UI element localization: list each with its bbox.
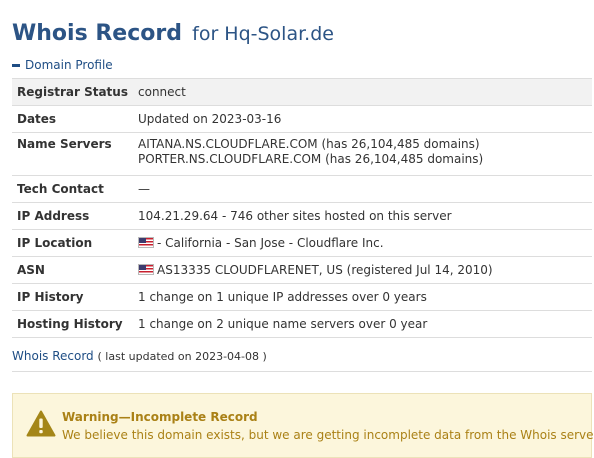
- hosting-history-label: Hosting History: [12, 310, 133, 338]
- table-row: ASN AS13335 CLOUDFLARENET, US (registere…: [12, 256, 592, 284]
- last-updated-text: ( last updated on 2023-04-08 ): [97, 350, 267, 363]
- name-server-1: AITANA.NS.CLOUDFLARE.COM (has 26,104,485…: [138, 137, 480, 151]
- domain-profile-label: Domain Profile: [25, 58, 113, 72]
- table-row: IP History 1 change on 1 unique IP addre…: [12, 283, 592, 311]
- dates-label: Dates: [12, 105, 133, 133]
- hosting-history-value: 1 change on 2 unique name servers over 0…: [133, 310, 592, 338]
- warning-message: We believe this domain exists, but we ar…: [62, 428, 594, 442]
- page-title: Whois Record for Hq-Solar.de: [12, 14, 334, 49]
- warning-title: Warning—Incomplete Record: [62, 410, 258, 424]
- ip-location-value: - California - San Jose - Cloudflare Inc…: [157, 235, 384, 250]
- domain-profile-table: Registrar Status connect Dates Updated o…: [12, 78, 592, 338]
- asn-value: AS13335 CLOUDFLARENET, US (registered Ju…: [157, 262, 493, 277]
- table-row: Dates Updated on 2023-03-16: [12, 105, 592, 133]
- ip-location-cell: - California - San Jose - Cloudflare Inc…: [133, 229, 592, 257]
- table-row: Hosting History 1 change on 2 unique nam…: [12, 310, 592, 338]
- name-servers-value: AITANA.NS.CLOUDFLARE.COM (has 26,104,485…: [133, 132, 592, 176]
- registrar-status-label: Registrar Status: [12, 78, 133, 106]
- page-title-main: Whois Record: [12, 21, 182, 46]
- ip-history-value: 1 change on 1 unique IP addresses over 0…: [133, 283, 592, 311]
- ip-location-label: IP Location: [12, 229, 133, 257]
- table-row: Name Servers AITANA.NS.CLOUDFLARE.COM (h…: [12, 132, 592, 176]
- table-row: IP Location - California - San Jose - Cl…: [12, 229, 592, 257]
- asn-label: ASN: [12, 256, 133, 284]
- table-row: Registrar Status connect: [12, 78, 592, 106]
- table-row: Tech Contact —: [12, 175, 592, 203]
- ip-address-value: 104.21.29.64 - 746 other sites hosted on…: [133, 202, 592, 230]
- page-title-domain: for Hq-Solar.de: [192, 23, 334, 45]
- asn-cell: AS13335 CLOUDFLARENET, US (registered Ju…: [133, 256, 592, 284]
- divider: [12, 371, 592, 372]
- name-server-2: PORTER.NS.CLOUDFLARE.COM (has 26,104,485…: [138, 152, 484, 166]
- ip-address-label: IP Address: [12, 202, 133, 230]
- us-flag-icon: [138, 263, 154, 275]
- table-row: IP Address 104.21.29.64 - 746 other site…: [12, 202, 592, 230]
- whois-record-footer: Whois Record ( last updated on 2023-04-0…: [12, 348, 267, 365]
- incomplete-record-warning: Warning—Incomplete Record We believe thi…: [12, 393, 594, 458]
- minus-icon: [12, 63, 20, 67]
- dates-value: Updated on 2023-03-16: [133, 105, 592, 133]
- domain-profile-toggle[interactable]: Domain Profile: [12, 56, 113, 74]
- us-flag-icon: [138, 236, 154, 248]
- name-servers-label: Name Servers: [12, 132, 133, 176]
- tech-contact-value: —: [133, 175, 592, 203]
- whois-record-link[interactable]: Whois Record: [12, 349, 94, 363]
- registrar-status-value: connect: [133, 78, 592, 106]
- warning-triangle-icon: [26, 410, 56, 437]
- tech-contact-label: Tech Contact: [12, 175, 133, 203]
- ip-history-label: IP History: [12, 283, 133, 311]
